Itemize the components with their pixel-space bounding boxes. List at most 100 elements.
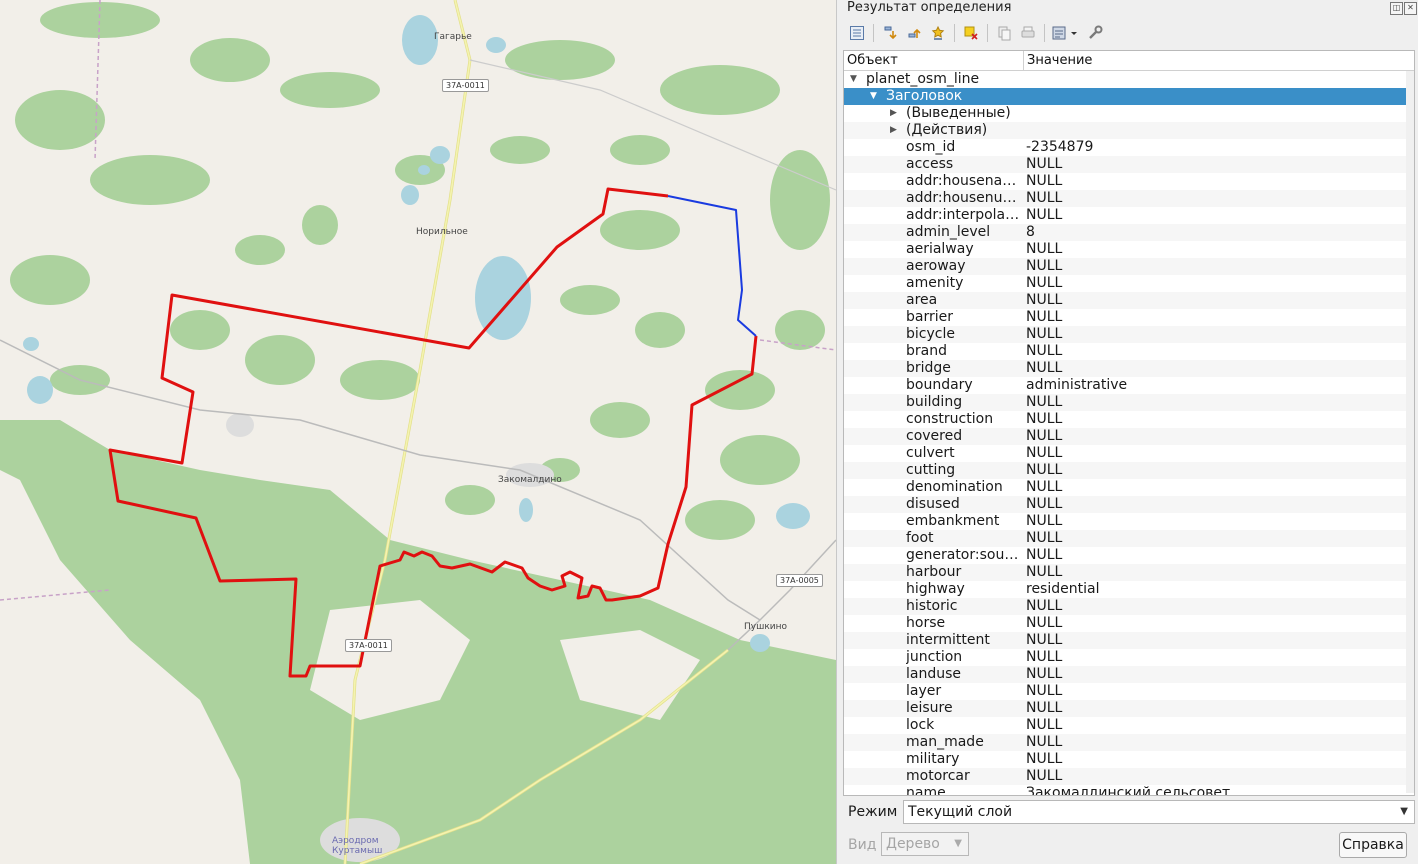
- close-icon[interactable]: ✕: [1404, 2, 1417, 15]
- attribute-value: NULL: [1026, 360, 1063, 376]
- mode-row: Режим Текущий слой ▼: [847, 800, 1415, 826]
- attribute-row[interactable]: layer NULL: [844, 683, 1414, 700]
- attribute-value: NULL: [1026, 462, 1063, 478]
- attribute-row[interactable]: man_made NULL: [844, 734, 1414, 751]
- attribute-row[interactable]: cutting NULL: [844, 462, 1414, 479]
- expand-new-icon[interactable]: [904, 23, 924, 43]
- attribute-name: covered: [906, 428, 963, 444]
- expand-all-icon[interactable]: [847, 23, 867, 43]
- expand-arrow-icon[interactable]: ▼: [850, 71, 857, 88]
- attribute-value: NULL: [1026, 190, 1063, 206]
- attribute-row[interactable]: bridge NULL: [844, 360, 1414, 377]
- attribute-row[interactable]: access NULL: [844, 156, 1414, 173]
- attribute-row[interactable]: aerialway NULL: [844, 241, 1414, 258]
- collapse-all-icon[interactable]: [880, 23, 900, 43]
- place-label: Аэродром Куртамыш: [332, 836, 383, 856]
- attribute-row[interactable]: culvert NULL: [844, 445, 1414, 462]
- tree-row-derived[interactable]: ▶ (Выведенные): [844, 105, 1414, 122]
- copy-attribute-icon[interactable]: [994, 23, 1014, 43]
- attribute-name: culvert: [906, 445, 955, 461]
- mode-select[interactable]: Текущий слой ▼: [903, 800, 1415, 824]
- attribute-row[interactable]: barrier NULL: [844, 309, 1414, 326]
- collapse-new-icon[interactable]: [928, 23, 948, 43]
- clear-selection-icon[interactable]: [961, 23, 981, 43]
- identify-results-panel: Результат определения ◫ ✕ Объект Значени…: [836, 0, 1418, 864]
- attribute-row[interactable]: motorcar NULL: [844, 768, 1414, 785]
- attribute-row[interactable]: intermittent NULL: [844, 632, 1414, 649]
- attribute-row[interactable]: generator:sou… NULL: [844, 547, 1414, 564]
- attribute-row[interactable]: brand NULL: [844, 343, 1414, 360]
- column-header-value[interactable]: Значение: [1024, 51, 1092, 70]
- attribute-row[interactable]: military NULL: [844, 751, 1414, 768]
- attribute-name: denomination: [906, 479, 1003, 495]
- settings-icon[interactable]: [1085, 23, 1105, 43]
- attribute-row[interactable]: amenity NULL: [844, 275, 1414, 292]
- view-select[interactable]: Дерево ▼: [881, 832, 969, 856]
- attribute-row[interactable]: lock NULL: [844, 717, 1414, 734]
- identify-options-icon[interactable]: [1051, 23, 1081, 43]
- toolbar-separator: [954, 24, 955, 42]
- attribute-name: lock: [906, 717, 935, 733]
- attribute-row[interactable]: covered NULL: [844, 428, 1414, 445]
- attribute-value: -2354879: [1026, 139, 1094, 155]
- attribute-value: NULL: [1026, 564, 1063, 580]
- road-shield: 37А-0011: [442, 79, 489, 92]
- attribute-row[interactable]: denomination NULL: [844, 479, 1414, 496]
- attribute-row[interactable]: area NULL: [844, 292, 1414, 309]
- attribute-row[interactable]: boundary administrative: [844, 377, 1414, 394]
- attribute-row[interactable]: leisure NULL: [844, 700, 1414, 717]
- attribute-name: area: [906, 292, 938, 308]
- attribute-name: landuse: [906, 666, 962, 682]
- toolbar-separator: [873, 24, 874, 42]
- attribute-row[interactable]: aeroway NULL: [844, 258, 1414, 275]
- collapsed-arrow-icon[interactable]: ▶: [890, 105, 897, 122]
- attribute-name: amenity: [906, 275, 964, 291]
- help-button[interactable]: Справка: [1339, 832, 1407, 858]
- attribute-row[interactable]: disused NULL: [844, 496, 1414, 513]
- road-shield: 37А-0005: [776, 574, 823, 587]
- attribute-value: 8: [1026, 224, 1035, 240]
- attribute-value: NULL: [1026, 717, 1063, 733]
- attribute-name: horse: [906, 615, 946, 631]
- attribute-row[interactable]: harbour NULL: [844, 564, 1414, 581]
- attribute-value: NULL: [1026, 649, 1063, 665]
- tree-header: Объект Значение: [844, 51, 1414, 71]
- tree-row-feature[interactable]: ▼ Заголовок: [844, 88, 1414, 105]
- map-canvas[interactable]: Гагарье Норильное Закомалдино Пушкино Аэ…: [0, 0, 836, 864]
- attribute-row[interactable]: highway residential: [844, 581, 1414, 598]
- attribute-row[interactable]: osm_id -2354879: [844, 139, 1414, 156]
- tree-row-actions[interactable]: ▶ (Действия): [844, 122, 1414, 139]
- attribute-row[interactable]: construction NULL: [844, 411, 1414, 428]
- attribute-row[interactable]: horse NULL: [844, 615, 1414, 632]
- attribute-name: barrier: [906, 309, 953, 325]
- tree-row-layer[interactable]: ▼ planet_osm_line: [844, 71, 1414, 88]
- print-icon[interactable]: [1018, 23, 1038, 43]
- attribute-row[interactable]: name Закомалдинский сельсовет: [844, 785, 1414, 795]
- attribute-name: leisure: [906, 700, 953, 716]
- collapsed-arrow-icon[interactable]: ▶: [890, 122, 897, 139]
- toolbar-separator: [1044, 24, 1045, 42]
- view-label: Вид: [848, 837, 877, 853]
- attribute-row[interactable]: junction NULL: [844, 649, 1414, 666]
- panel-title: Результат определения: [847, 0, 1012, 15]
- attribute-row[interactable]: foot NULL: [844, 530, 1414, 547]
- float-icon[interactable]: ◫: [1390, 2, 1403, 15]
- attribute-row[interactable]: addr:housenu… NULL: [844, 190, 1414, 207]
- attribute-row[interactable]: addr:housena… NULL: [844, 173, 1414, 190]
- attribute-value: NULL: [1026, 479, 1063, 495]
- tree-scrollbar[interactable]: [1406, 71, 1414, 793]
- attribute-value: NULL: [1026, 513, 1063, 529]
- attribute-row[interactable]: admin_level 8: [844, 224, 1414, 241]
- column-header-object[interactable]: Объект: [844, 51, 1024, 70]
- attribute-row[interactable]: building NULL: [844, 394, 1414, 411]
- attribute-row[interactable]: landuse NULL: [844, 666, 1414, 683]
- attribute-row[interactable]: bicycle NULL: [844, 326, 1414, 343]
- actions-label: (Действия): [906, 122, 988, 138]
- attribute-name: intermittent: [906, 632, 990, 648]
- results-tree[interactable]: Объект Значение ▼ planet_osm_line ▼ Заго…: [843, 50, 1415, 796]
- attribute-row[interactable]: addr:interpola… NULL: [844, 207, 1414, 224]
- expand-arrow-icon[interactable]: ▼: [870, 88, 877, 105]
- attribute-row[interactable]: embankment NULL: [844, 513, 1414, 530]
- attribute-row[interactable]: historic NULL: [844, 598, 1414, 615]
- attribute-value: residential: [1026, 581, 1100, 597]
